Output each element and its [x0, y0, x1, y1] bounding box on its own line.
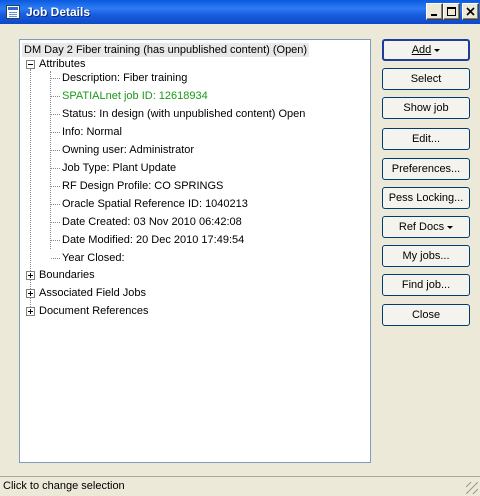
tree-attribute-item[interactable]: Year Closed: [62, 251, 125, 265]
tree-connector [51, 96, 60, 97]
tree-attribute-item[interactable]: RF Design Profile: CO SPRINGS [62, 179, 223, 193]
expand-icon[interactable] [26, 289, 35, 298]
tree-node-document-references[interactable]: Document References [39, 304, 148, 318]
edit-button[interactable]: Edit... [382, 128, 470, 150]
minimize-button[interactable] [426, 3, 443, 20]
tree-connector [51, 132, 60, 133]
select-button[interactable]: Select [382, 68, 470, 90]
tree-attribute-item[interactable]: Status: In design (with unpublished cont… [62, 107, 305, 121]
show-job-button[interactable]: Show job [382, 97, 470, 119]
tree-root-node[interactable]: DM Day 2 Fiber training (has unpublished… [22, 43, 310, 57]
tree-node-attributes[interactable]: Attributes [39, 57, 85, 71]
tree-attribute-item[interactable]: Description: Fiber training [62, 71, 187, 85]
my-jobs-button[interactable]: My jobs... [382, 245, 470, 267]
tree-connector [51, 150, 60, 151]
title-bar[interactable]: Job Details [0, 0, 480, 24]
job-tree[interactable]: DM Day 2 Fiber training (has unpublished… [19, 39, 371, 463]
find-job-button[interactable]: Find job... [382, 274, 470, 296]
tree-connector [51, 114, 60, 115]
maximize-button[interactable] [443, 3, 460, 20]
close-window-button[interactable] [462, 3, 479, 20]
close-icon [466, 7, 475, 16]
tree-attribute-item[interactable]: SPATIALnet job ID: 12618934 [62, 89, 208, 103]
tree-connector [51, 168, 60, 169]
tree-connector [51, 240, 60, 241]
app-icon [6, 5, 20, 19]
tree-attribute-item[interactable]: Job Type: Plant Update [62, 161, 176, 175]
tree-attribute-item[interactable]: Date Modified: 20 Dec 2010 17:49:54 [62, 233, 244, 247]
status-bar: Click to change selection [0, 476, 480, 496]
pess-locking-button[interactable]: Pess Locking... [382, 187, 470, 209]
window-title: Job Details [26, 5, 91, 19]
expand-icon[interactable] [26, 271, 35, 280]
dropdown-arrow-icon [434, 48, 441, 52]
ref-docs-button[interactable]: Ref Docs [382, 216, 470, 238]
add-button[interactable]: Add [382, 39, 470, 61]
dropdown-arrow-icon [447, 225, 454, 229]
tree-node-associated-field-jobs[interactable]: Associated Field Jobs [39, 286, 146, 300]
tree-node-boundaries[interactable]: Boundaries [39, 268, 95, 282]
collapse-icon[interactable] [26, 60, 35, 69]
job-details-window: Job Details DM Day 2 Fiber training (has… [0, 0, 480, 496]
expand-icon[interactable] [26, 307, 35, 316]
status-text: Click to change selection [3, 480, 125, 492]
resize-grip-icon[interactable] [466, 482, 478, 494]
tree-attribute-item[interactable]: Date Created: 03 Nov 2010 06:42:08 [62, 215, 242, 229]
tree-attribute-item[interactable]: Owning user: Administrator [62, 143, 194, 157]
tree-connector [51, 186, 60, 187]
tree-connector [51, 204, 60, 205]
tree-attribute-item[interactable]: Info: Normal [62, 125, 122, 139]
tree-attribute-item[interactable]: Oracle Spatial Reference ID: 1040213 [62, 197, 248, 211]
tree-connector [51, 78, 60, 79]
close-button[interactable]: Close [382, 304, 470, 326]
tree-connector [51, 258, 60, 259]
preferences-button[interactable]: Preferences... [382, 158, 470, 180]
tree-connector [51, 222, 60, 223]
